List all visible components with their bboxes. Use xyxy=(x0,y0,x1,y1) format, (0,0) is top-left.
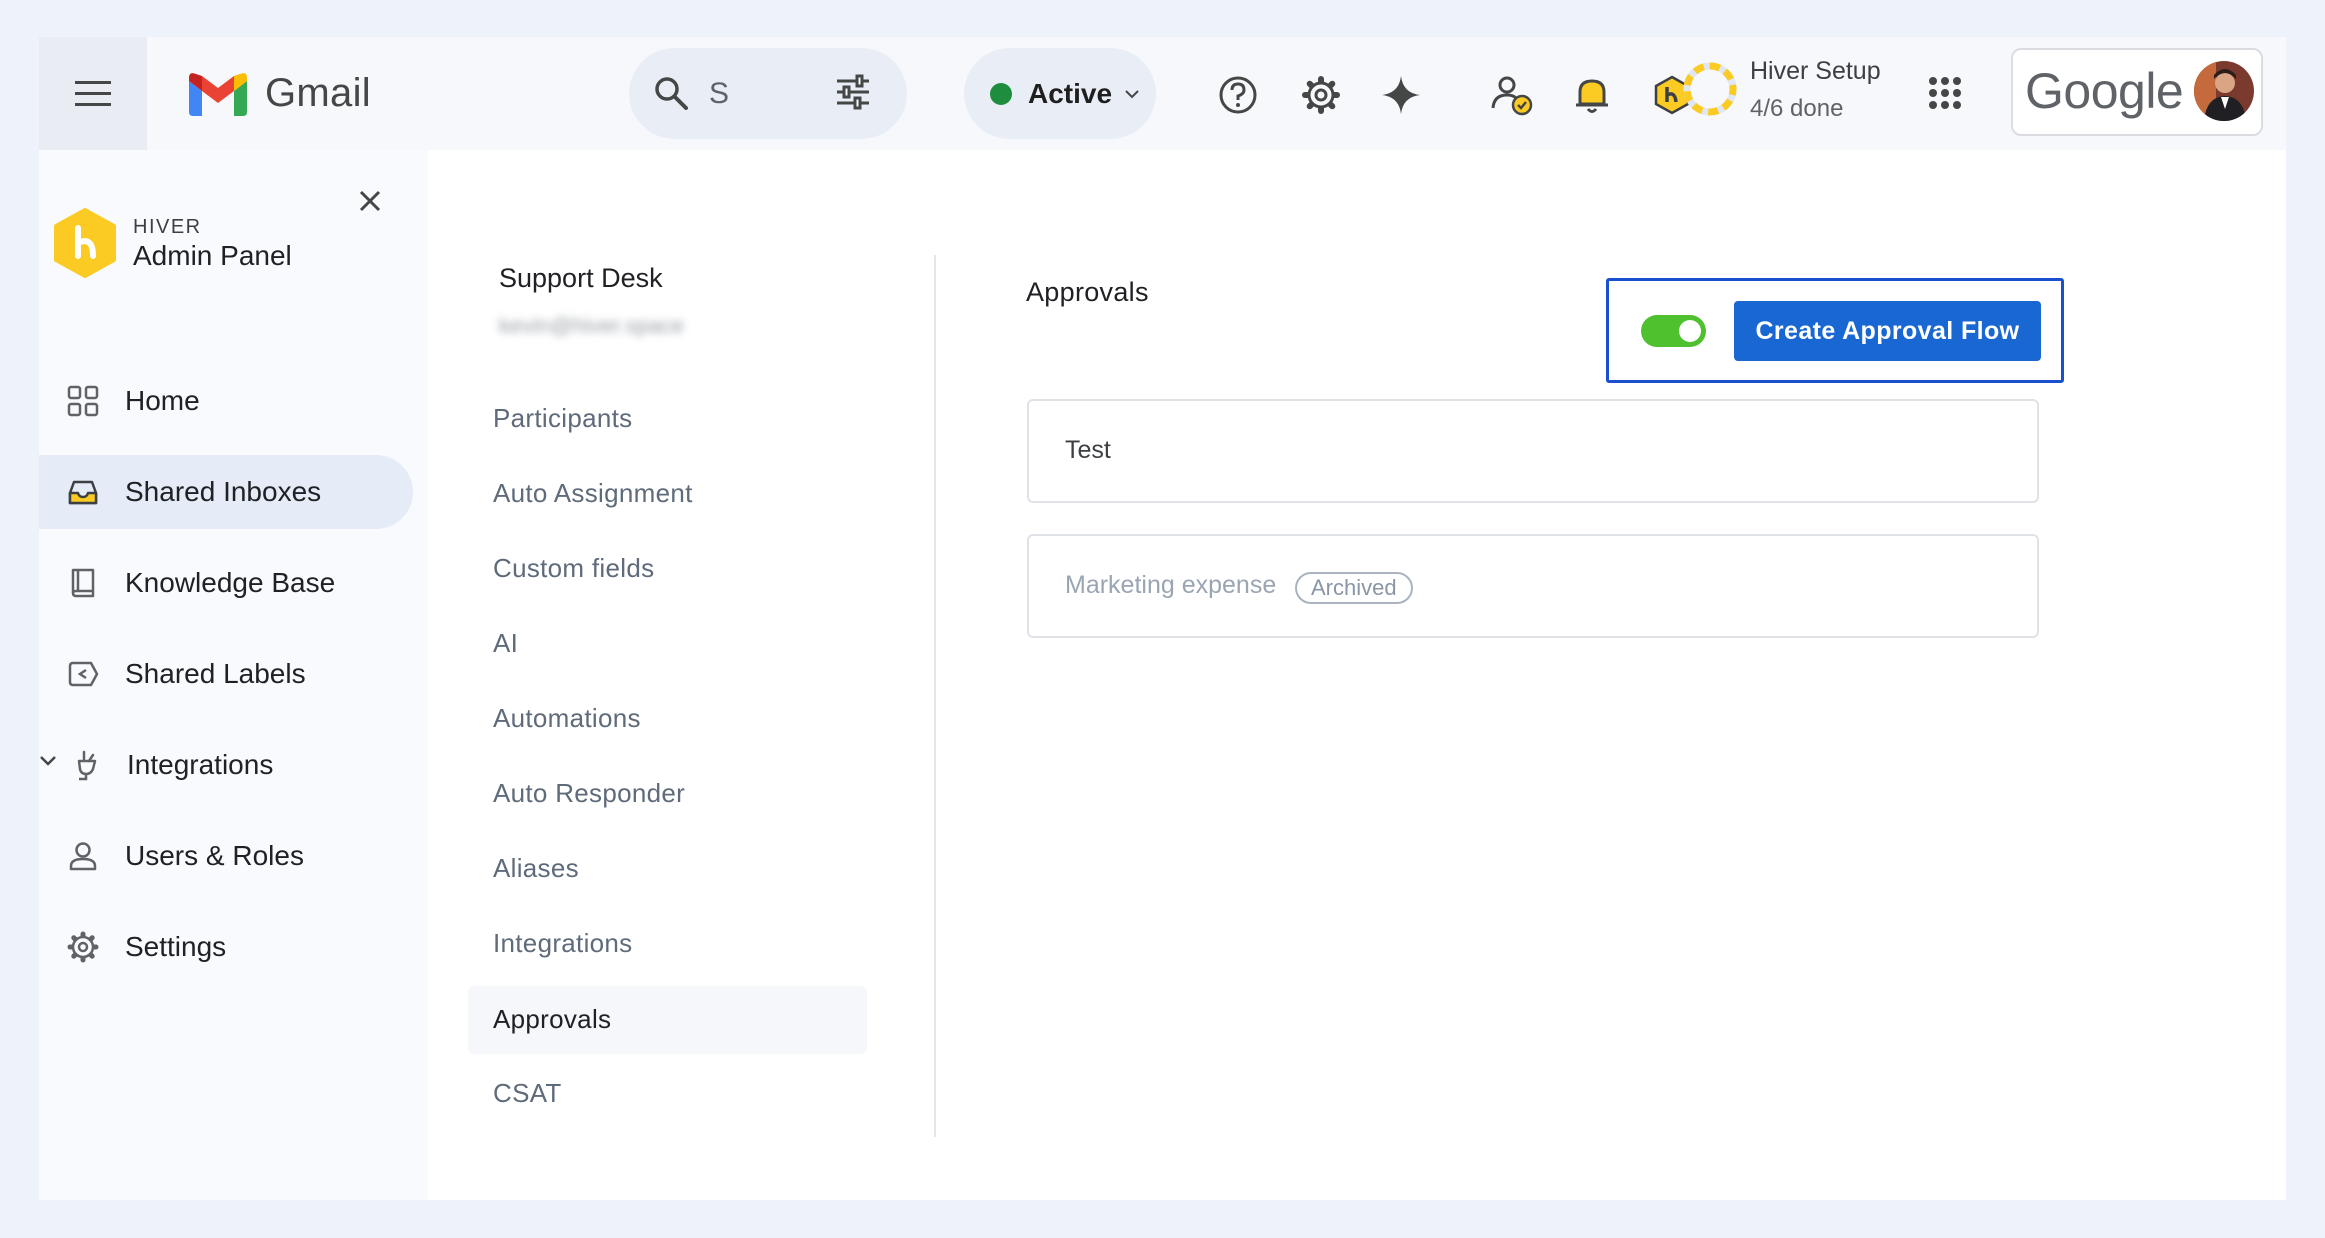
nav-label: Integrations xyxy=(127,749,274,780)
menu-icon xyxy=(75,80,111,106)
setup-title: Hiver Setup xyxy=(1750,57,1881,85)
brand-title: Admin Panel xyxy=(133,240,292,271)
approval-flow-card[interactable]: Test xyxy=(1027,399,2039,503)
user-icon xyxy=(69,842,97,871)
hiver-sidebar: HIVER Admin Panel Home Shared Inboxes Kn… xyxy=(39,150,428,1200)
nav-label: Shared Labels xyxy=(125,658,306,689)
nav-item-integrations[interactable]: Integrations xyxy=(39,728,413,802)
label-icon xyxy=(68,661,99,687)
submenu-auto-responder[interactable]: Auto Responder xyxy=(468,760,867,828)
gmail-wordmark: Gmail xyxy=(265,71,371,115)
submenu-ai[interactable]: AI xyxy=(468,610,867,678)
submenu-aliases[interactable]: Aliases xyxy=(468,835,867,903)
nav-item-shared-labels[interactable]: Shared Labels xyxy=(39,637,413,711)
close-icon[interactable] xyxy=(359,190,381,212)
tune-icon[interactable] xyxy=(835,74,871,110)
gear-icon xyxy=(1302,76,1340,114)
submenu-label: Custom fields xyxy=(493,553,655,583)
nav-label: Knowledge Base xyxy=(125,567,336,598)
column-divider xyxy=(934,255,936,1137)
main-menu-button[interactable] xyxy=(39,37,147,150)
status-badge: Archived xyxy=(1295,572,1413,604)
submenu-label: Auto Assignment xyxy=(493,478,693,508)
status-label: Active xyxy=(1028,77,1113,109)
submenu-label: Aliases xyxy=(493,853,579,883)
submenu-auto-assignment[interactable]: Auto Assignment xyxy=(468,460,867,528)
nav-label: Home xyxy=(125,385,200,416)
app-frame: Gmail S Active Hiver Setup 4/6 done Goog… xyxy=(39,37,2286,1200)
user-status-button[interactable] xyxy=(1489,72,1535,118)
submenu-automations[interactable]: Automations xyxy=(468,685,867,753)
settings-button[interactable] xyxy=(1298,72,1344,118)
book-icon xyxy=(71,568,95,598)
page-title: Approvals xyxy=(1026,277,1149,307)
gmail-topbar: Gmail S Active Hiver Setup 4/6 done Goog… xyxy=(39,37,2286,150)
gmail-logo[interactable]: Gmail xyxy=(189,71,371,116)
content-panel: Support Desk kevin@hiver.space Participa… xyxy=(428,150,2286,1200)
submenu-integrations[interactable]: Integrations xyxy=(468,910,867,978)
submenu-label: Integrations xyxy=(493,928,633,958)
search-icon[interactable] xyxy=(653,75,689,111)
nav-label: Users & Roles xyxy=(125,840,304,871)
inbox-email: kevin@hiver.space xyxy=(499,313,684,338)
nav-label: Settings xyxy=(125,931,227,962)
create-approval-flow-button[interactable]: Create Approval Flow xyxy=(1734,301,2041,361)
submenu-label: AI xyxy=(493,628,519,658)
approval-flow-card[interactable]: Marketing expense Archived xyxy=(1027,534,2039,638)
gemini-button[interactable] xyxy=(1378,72,1424,118)
setup-progress-text: 4/6 done xyxy=(1750,95,1844,122)
gear-icon xyxy=(67,931,99,963)
flow-name: Marketing expense xyxy=(1065,571,1277,599)
submenu-label: Participants xyxy=(493,403,633,433)
search-bar[interactable]: S xyxy=(629,48,907,139)
nav-label: Shared Inboxes xyxy=(125,476,322,507)
progress-ring-icon xyxy=(1683,62,1737,116)
brand-small-label: HIVER xyxy=(133,216,202,238)
nav-item-knowledge-base[interactable]: Knowledge Base xyxy=(39,546,413,620)
grid-icon xyxy=(67,385,99,417)
sparkle-icon xyxy=(1382,76,1420,114)
search-input[interactable]: S xyxy=(709,77,729,111)
notifications-button[interactable] xyxy=(1569,72,1615,118)
submenu-label: Automations xyxy=(493,703,641,733)
nav-item-users-roles[interactable]: Users & Roles xyxy=(39,819,413,893)
google-wordmark: Google xyxy=(2025,63,2184,119)
plug-icon xyxy=(77,750,97,781)
help-icon xyxy=(1219,76,1257,114)
submenu-approvals[interactable]: Approvals xyxy=(468,986,867,1054)
approvals-toggle[interactable] xyxy=(1641,315,1706,347)
status-dropdown[interactable]: Active xyxy=(964,48,1156,139)
gmail-m-icon xyxy=(189,72,247,116)
user-check-icon xyxy=(1491,76,1533,116)
status-dot xyxy=(990,82,1012,105)
help-button[interactable] xyxy=(1215,72,1261,118)
chevron-down-icon xyxy=(1125,89,1139,98)
google-apps-button[interactable] xyxy=(1928,76,1962,110)
nav-item-settings[interactable]: Settings xyxy=(39,910,413,984)
avatar xyxy=(2194,61,2254,121)
hiver-logo-icon xyxy=(54,208,116,278)
bell-icon xyxy=(1576,79,1608,113)
chevron-down-icon[interactable] xyxy=(39,755,57,767)
submenu-label: Approvals xyxy=(493,1004,612,1034)
flow-name: Test xyxy=(1065,436,1111,464)
submenu-csat[interactable]: CSAT xyxy=(468,1060,867,1128)
submenu-label: CSAT xyxy=(493,1078,562,1108)
submenu-label: Auto Responder xyxy=(493,778,686,808)
submenu-custom-fields[interactable]: Custom fields xyxy=(468,535,867,603)
nav-item-shared-inboxes[interactable]: Shared Inboxes xyxy=(39,455,413,529)
submenu-participants[interactable]: Participants xyxy=(468,385,867,453)
nav-item-home[interactable]: Home xyxy=(39,364,413,438)
google-account-button[interactable]: Google xyxy=(2011,48,2263,136)
toggle-knob xyxy=(1679,320,1701,342)
inbox-name: Support Desk xyxy=(499,263,663,293)
inbox-icon xyxy=(68,480,98,505)
apps-grid-icon xyxy=(1929,77,1961,109)
